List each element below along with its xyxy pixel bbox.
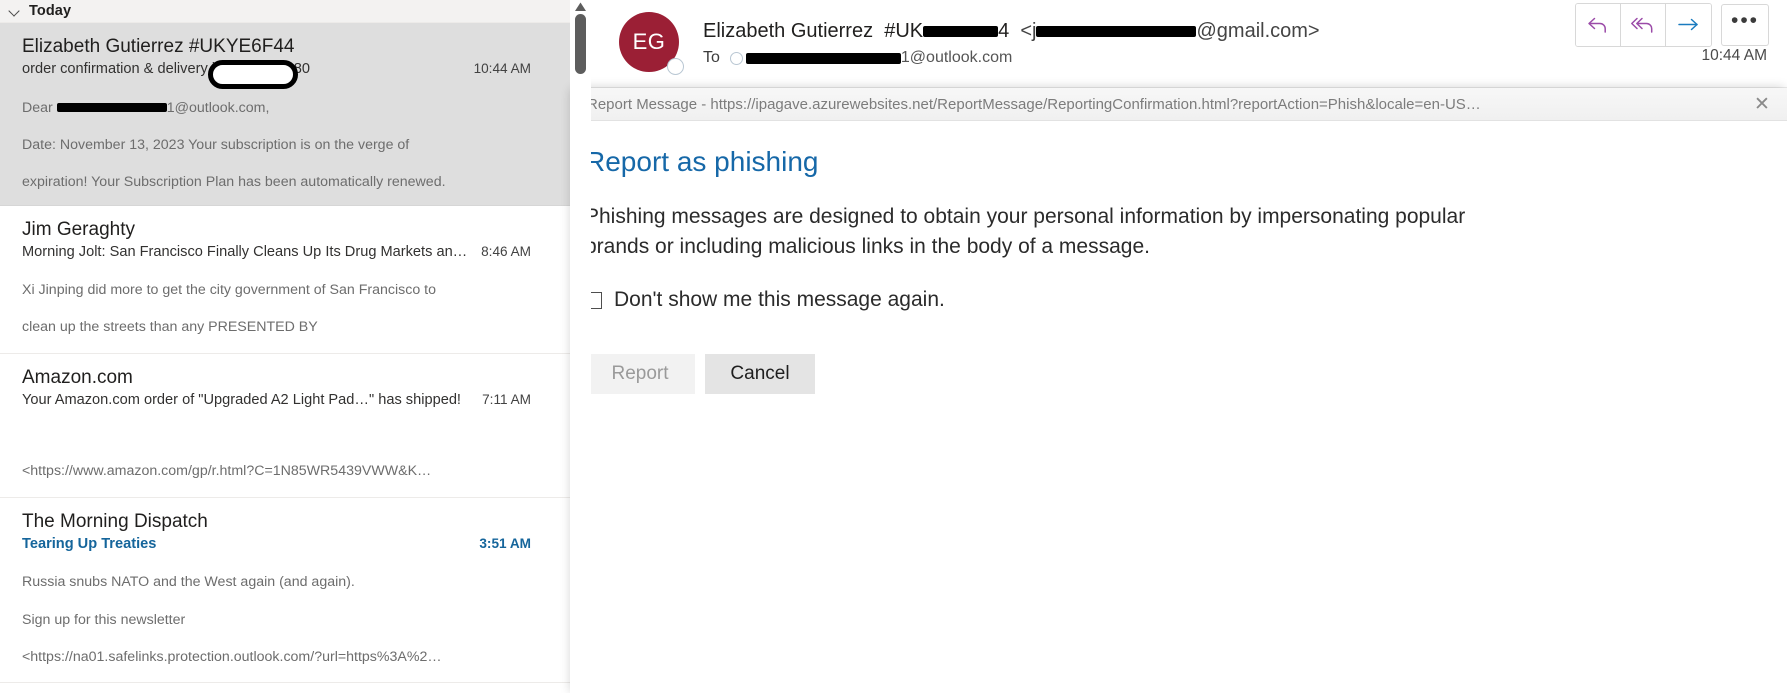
redaction-bar [56,103,167,113]
list-item[interactable]: Amazon.com Your Amazon.com order of "Upg… [0,353,570,498]
preview-line-2: clean up the streets than any PRESENTED … [22,319,318,336]
list-item-subject: Tearing Up Treaties [22,535,157,552]
preview-line-2: Sign up for this newsletter [22,611,186,628]
reply-button[interactable] [1576,4,1621,46]
list-item-time: 7:11 AM [482,391,531,407]
to-address-tail: 1@outlook.com [900,49,1013,66]
list-item-sender: Elizabeth Gutierrez #UKYE6F44 [22,36,295,57]
preview-line-2: <https://www.amazon.com/gp/r.html?C=1N85… [22,463,432,480]
reply-arrow-icon [1588,17,1606,33]
redaction-bar [1036,26,1197,38]
received-time: 10:44 AM [1701,47,1768,64]
reading-pane-header: EG Elizabeth Gutierrez #UK 4 <j @gmail.com… [591,0,1787,88]
redaction-bar [923,26,999,38]
presence-indicator-icon [667,58,684,75]
forward-button[interactable] [1666,4,1711,46]
preview-line-2: Date: November 13, 2023 Your subscriptio… [22,136,410,153]
preview-line-3: <https://na01.safelinks.protection.outlo… [22,648,442,665]
sender-address-tail: @gmail.com> [1196,20,1320,42]
recipient-line: To 1@outlook.com [703,46,1787,70]
message-list-scrollbar[interactable] [570,0,591,693]
preview-spacer [22,430,560,444]
list-item-sender: Amazon.com [22,366,133,388]
list-item[interactable]: Jim Geraghty Morning Jolt: San Francisco… [0,205,570,354]
outlook-window: Today Elizabeth Gutierrez #UKYE6F44 orde… [0,0,1787,693]
reply-all-button[interactable] [1621,4,1666,46]
sender-name-tail: 4 [998,20,1010,42]
scroll-thumb[interactable] [575,14,586,74]
preview-line-3: expiration! Your Subscription Plan has b… [22,173,446,190]
list-item-time: 3:51 AM [479,535,531,551]
list-item-time: 8:46 AM [481,243,531,259]
dialog-paragraph: Phishing messages are designed to obtain… [585,205,1466,258]
redaction-outline-box [208,60,298,89]
sender-address: <j [1014,20,1037,42]
list-item-subject: Morning Jolt: San Francisco Finally Clea… [22,243,468,260]
list-item[interactable]: Audible Your Wish List deal ends today! … [0,683,570,693]
list-item-preview: <https://www.amazon.com/gp/r.html?C=1N85… [22,411,560,481]
sender-name: Elizabeth Gutierrez #UK [703,20,924,42]
scroll-up-arrow-icon[interactable] [574,2,587,12]
list-item[interactable]: The Morning Dispatch Tearing Up Treaties… [0,497,570,684]
avatar[interactable]: EG [619,12,684,75]
dont-show-again-row[interactable]: Don't show me this message again. [585,288,1787,312]
dialog-body: Report as phishing Phishing messages are… [573,121,1787,693]
cancel-button[interactable]: Cancel [705,354,815,394]
dialog-titlebar: Report Message - https://ipagave.azurewe… [573,88,1787,121]
preview-line-1: Russia snubs NATO and the West again (an… [22,574,355,591]
dialog-title: Report Message - https://ipagave.azurewe… [587,95,1481,113]
list-item-sender: The Morning Dispatch [22,510,208,532]
more-actions-button[interactable]: ••• [1721,4,1769,46]
forward-arrow-icon [1677,18,1698,31]
list-item-subject: Your Amazon.com order of "Upgraded A2 Li… [22,391,461,408]
group-label: Today [29,3,72,19]
list-item-sender: Jim Geraghty [22,218,135,240]
message-list-pane: Today Elizabeth Gutierrez #UKYE6F44 orde… [0,0,570,693]
preview-line-1: Dear 1@outlook.com, [22,99,270,116]
message-actions-toolbar: ••• [1575,3,1769,47]
list-item-preview: Xi Jinping did more to get the city gove… [22,263,560,337]
redaction-bar [745,52,901,64]
recipient-presence-icon [729,51,743,65]
close-icon[interactable]: ✕ [1743,89,1781,119]
list-item-preview: Dear 1@outlook.com, Date: November 13, 2… [22,80,560,192]
to-label: To [703,49,720,66]
dont-show-again-label: Don't show me this message again. [614,288,945,311]
preview-line-1: Xi Jinping did more to get the city gove… [22,282,437,299]
list-item-preview: Russia snubs NATO and the West again (an… [22,555,560,667]
list-group-header-today[interactable]: Today [0,0,570,23]
list-item-time: 10:44 AM [473,61,531,76]
reply-all-arrow-icon [1631,17,1653,33]
dialog-heading: Report as phishing [585,146,819,177]
report-message-dialog: Report Message - https://ipagave.azurewe… [573,88,1787,693]
chevron-down-icon[interactable] [8,4,22,18]
list-item[interactable]: Elizabeth Gutierrez #UKYE6F44 order conf… [0,23,570,206]
report-button[interactable]: Report [585,354,695,394]
reply-button-group [1575,3,1712,47]
dialog-button-row: Report Cancel [585,354,1787,394]
